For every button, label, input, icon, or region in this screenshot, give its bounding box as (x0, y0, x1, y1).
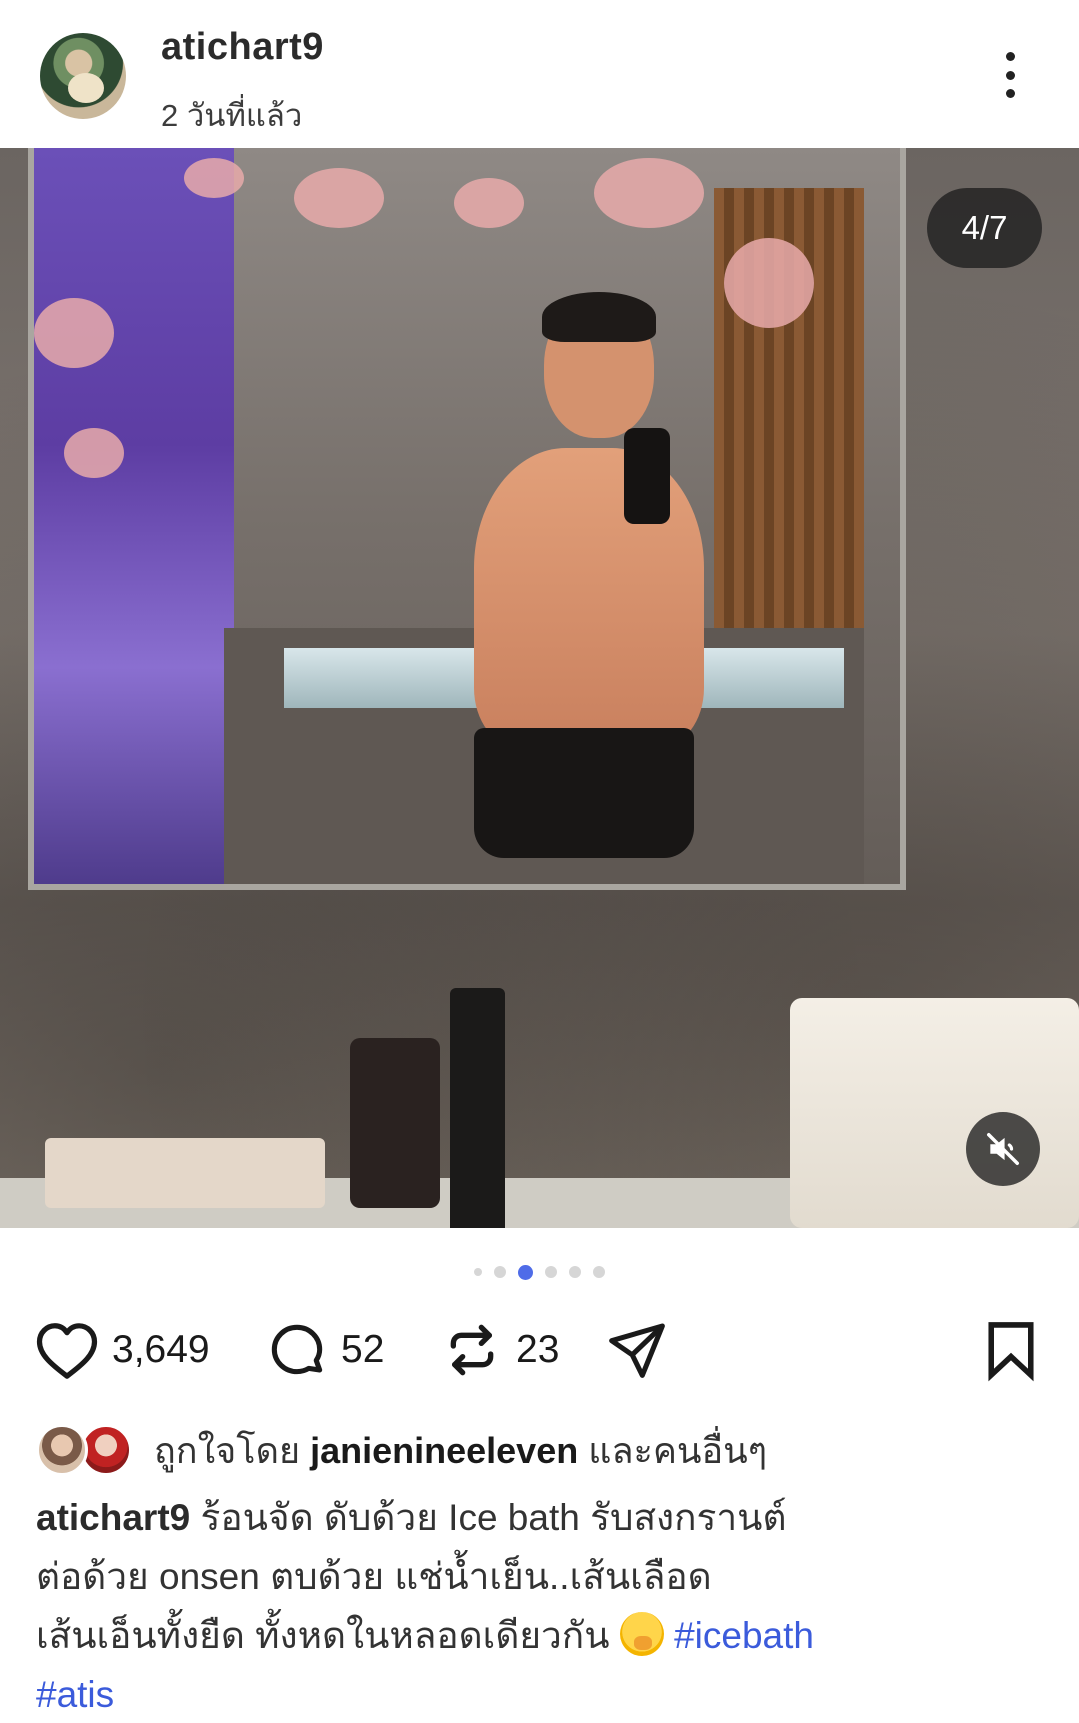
liked-by-avatars (36, 1422, 136, 1478)
action-bar: 3,649 52 23 (0, 1310, 1079, 1390)
heart-icon (36, 1323, 98, 1379)
photo-mirror (28, 148, 906, 890)
more-options-button[interactable] (995, 48, 1025, 102)
caption-text-line: เส้นเอ็นทั้งยืด ทั้งหดในหลอดเดียวกัน (36, 1615, 610, 1656)
media-counter-badge: 4/7 (927, 188, 1042, 268)
avatar (36, 1424, 88, 1476)
post-media[interactable] (0, 148, 1079, 1228)
share-button[interactable] (605, 1310, 669, 1390)
shushing-face-emoji-icon (619, 1612, 664, 1656)
post-caption: atichart9 ร้อนจัด ดับด้วย Ice bath รับสง… (36, 1488, 1046, 1723)
caption-text-line: ร้อนจัด ดับด้วย Ice bath รับสงกรานต์ (200, 1497, 787, 1538)
comment-bubble-icon (271, 1324, 323, 1375)
paper-plane-icon (609, 1323, 665, 1378)
like-button[interactable]: 3,649 (34, 1310, 210, 1390)
hashtag-link[interactable]: #icebath (674, 1615, 814, 1656)
carousel-dot (593, 1266, 605, 1278)
carousel-dot (545, 1266, 557, 1278)
mute-toggle-button[interactable] (966, 1112, 1040, 1186)
caption-text-line: ต่อด้วย onsen ตบด้วย แช่น้ำเย็น..เส้นเลื… (36, 1556, 712, 1597)
comment-count: 52 (341, 1328, 385, 1371)
carousel-indicator (0, 1262, 1079, 1282)
carousel-dot (474, 1268, 482, 1276)
repost-button[interactable]: 23 (440, 1310, 559, 1390)
caption-username[interactable]: atichart9 (36, 1497, 190, 1538)
liked-by-username[interactable]: janienineeleven (310, 1430, 578, 1471)
repost-count: 23 (516, 1328, 560, 1371)
like-count: 3,649 (112, 1328, 210, 1371)
post-timestamp: 2 วันที่แล้ว (161, 98, 303, 133)
hashtag-link[interactable]: #atis (36, 1674, 114, 1715)
speaker-muted-icon (987, 1133, 1019, 1165)
bookmark-button[interactable] (982, 1310, 1040, 1390)
repost-icon (450, 1324, 494, 1376)
carousel-dot (569, 1266, 581, 1278)
bookmark-icon (988, 1322, 1034, 1382)
liked-by-text: ถูกใจโดย janienineeleven และคนอื่นๆ (154, 1429, 768, 1471)
photo-person (434, 292, 714, 878)
carousel-dot-active (518, 1264, 533, 1280)
carousel-dot (494, 1266, 506, 1278)
more-vertical-icon (1005, 52, 1015, 61)
author-username[interactable]: atichart9 (161, 26, 324, 69)
comment-button[interactable]: 52 (265, 1310, 384, 1390)
post-header: atichart9 2 วันที่แล้ว (0, 0, 1079, 148)
liked-by-row[interactable]: ถูกใจโดย janienineeleven และคนอื่นๆ (36, 1418, 767, 1482)
author-avatar[interactable] (40, 33, 126, 119)
